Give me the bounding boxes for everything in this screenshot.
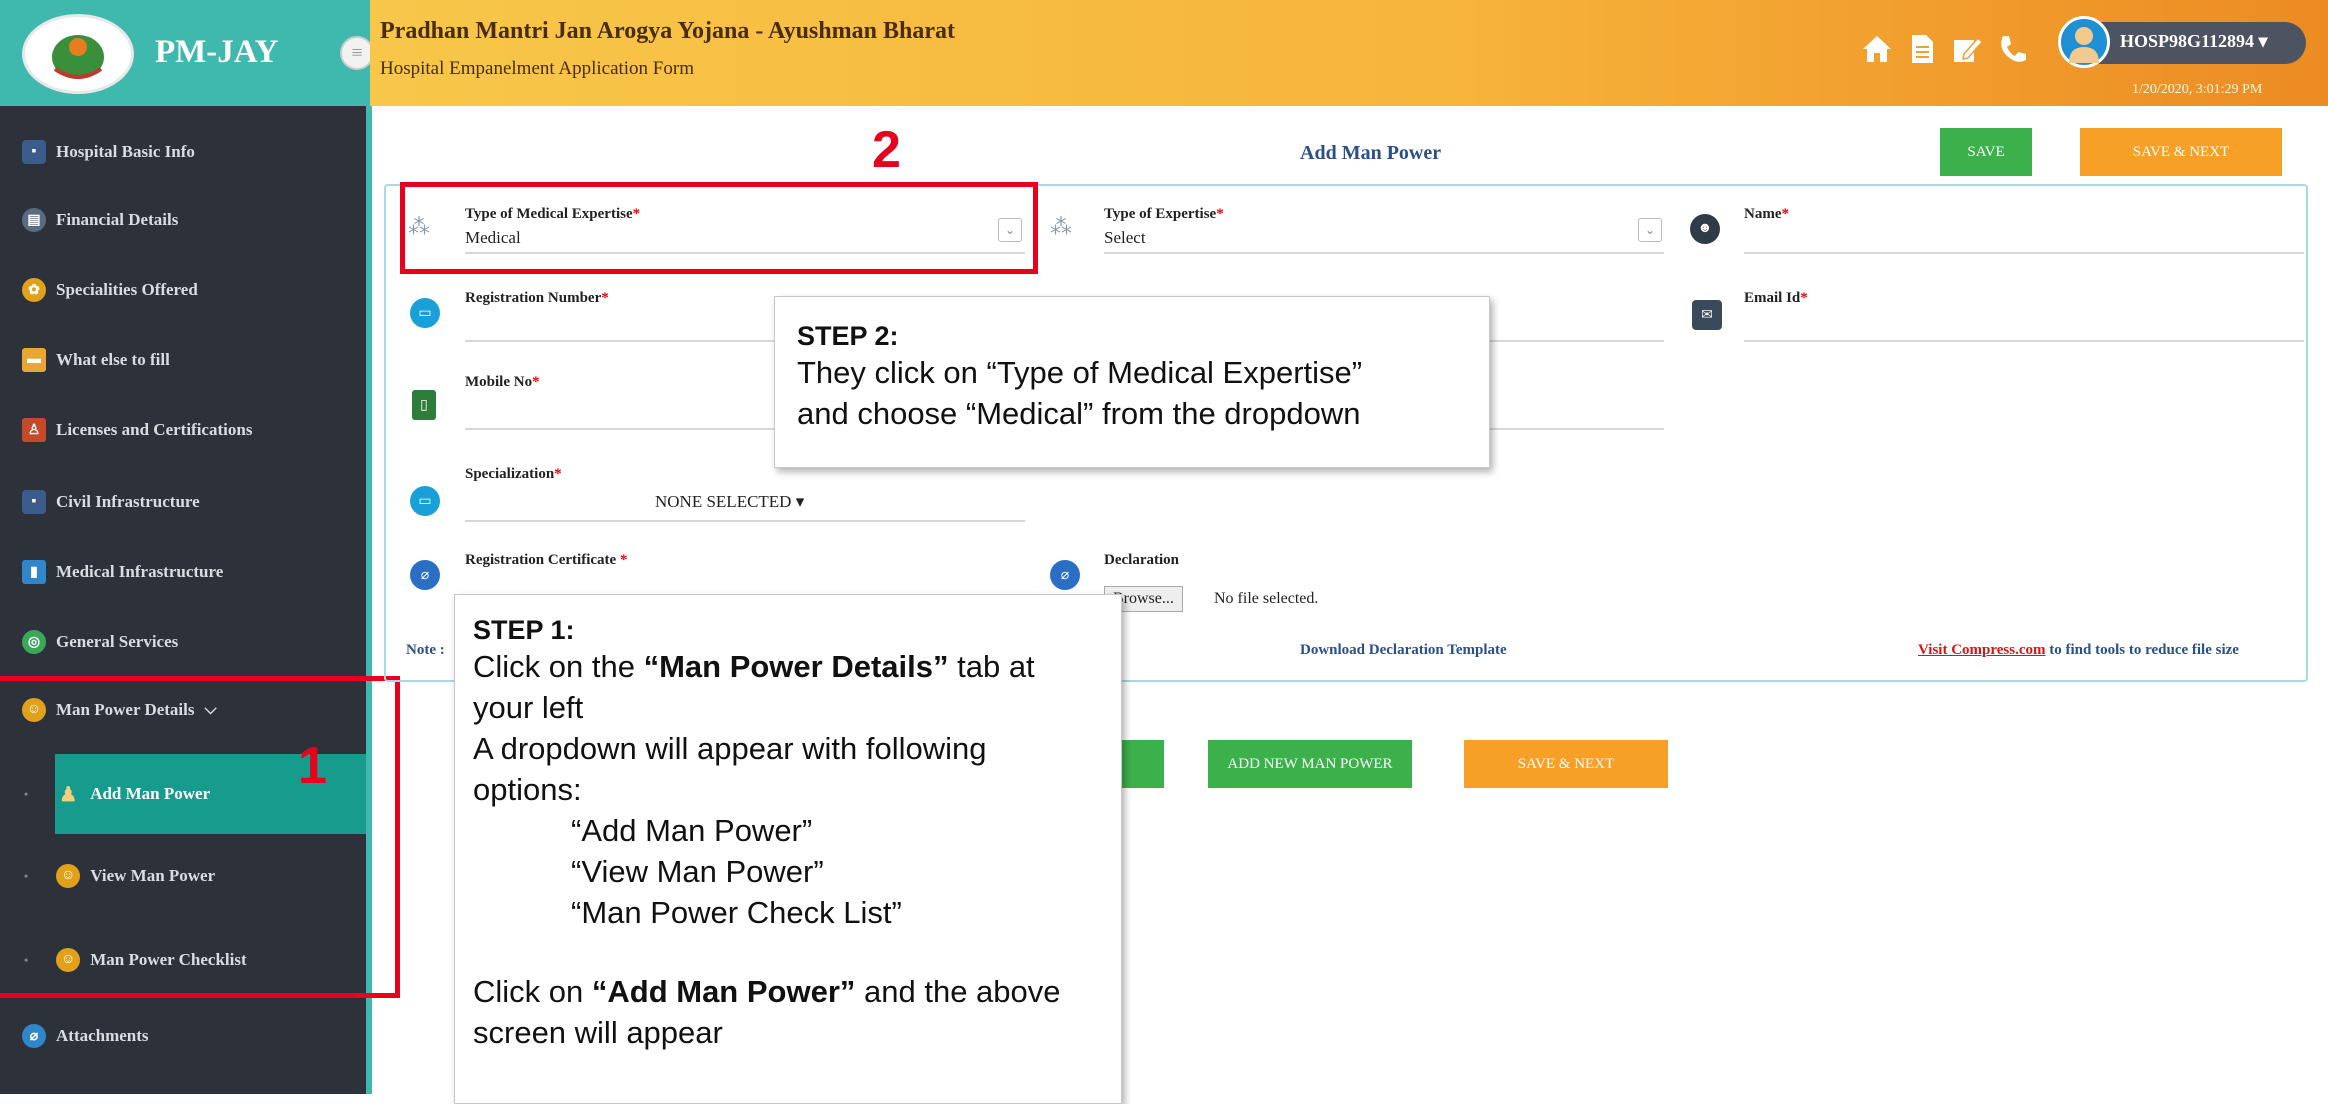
- sidebar-item-medical-infrastructure[interactable]: ▮ Medical Infrastructure: [22, 560, 223, 584]
- id-card-icon: ▭: [410, 486, 440, 516]
- expertise-select[interactable]: Select: [1104, 228, 1146, 248]
- bank-icon: ▤: [22, 208, 46, 232]
- step2-heading: STEP 2:: [797, 321, 899, 351]
- sidebar-item-civil-infrastructure[interactable]: ▪ Civil Infrastructure: [22, 490, 200, 514]
- expertise-label: Type of Expertise*: [1104, 206, 1224, 222]
- document-icon[interactable]: [1905, 32, 1939, 66]
- name-label: Name*: [1744, 206, 1789, 222]
- email-input[interactable]: [1744, 340, 2304, 342]
- building-icon: ▪: [22, 490, 46, 514]
- edit-icon[interactable]: [1950, 32, 1984, 66]
- attachment-icon: ⌀: [22, 1024, 46, 1048]
- certificate-icon: ♙: [22, 418, 46, 442]
- annotation-marker-2: 2: [872, 121, 901, 179]
- declaration-label: Declaration: [1104, 552, 1179, 568]
- step2-callout: STEP 2: They click on “Type of Medical E…: [774, 296, 1490, 468]
- save-next-button[interactable]: SAVE & NEXT: [2080, 128, 2282, 176]
- step1-option3: “Man Power Check List”: [571, 895, 902, 930]
- timestamp: 1/20/2020, 3:01:29 PM: [2132, 82, 2263, 97]
- field-underline: [465, 520, 1025, 522]
- paperclip-icon: ⌀: [1050, 560, 1080, 590]
- logo-text: PM-JAY: [155, 34, 279, 70]
- step1-line1: Click on the “Man Power Details” tab at …: [473, 649, 1035, 725]
- step1-option1: “Add Man Power”: [571, 813, 813, 848]
- step1-line2: A dropdown will appear with following op…: [473, 731, 987, 807]
- mobile-icon: ▯: [412, 390, 436, 420]
- add-new-man-power-button[interactable]: ADD NEW MAN POWER: [1208, 740, 1412, 788]
- step1-option2: “View Man Power”: [571, 854, 824, 889]
- annotation-marker-1: 1: [298, 737, 327, 795]
- chevron-down-icon: ▾: [2258, 31, 2268, 51]
- hierarchy-icon: ⁂: [1050, 214, 1072, 239]
- step1-line3: Click on “Add Man Power” and the above s…: [473, 974, 1061, 1050]
- save-next-bottom-button[interactable]: SAVE & NEXT: [1464, 740, 1668, 788]
- paperclip-icon: ⌀: [410, 560, 440, 590]
- caret-down-icon: ▾: [795, 492, 805, 511]
- pmjay-logo: [22, 14, 134, 94]
- sidebar-item-financial-details[interactable]: ▤ Financial Details: [22, 208, 178, 232]
- reg-certificate-label: Registration Certificate *: [465, 552, 628, 568]
- visit-compress-link[interactable]: Visit Compress.com: [1918, 642, 2046, 658]
- specialization-multiselect[interactable]: NONE SELECTED ▾: [655, 492, 804, 512]
- specialization-label: Specialization*: [465, 466, 562, 482]
- sidebar-item-specialities-offered[interactable]: ✿ Specialities Offered: [22, 278, 198, 302]
- app-title: Pradhan Mantri Jan Arogya Yojana - Ayush…: [380, 18, 955, 44]
- save-button[interactable]: SAVE: [1940, 128, 2032, 176]
- form-title: Add Man Power: [1300, 142, 1442, 164]
- mobile-label: Mobile No*: [465, 374, 540, 390]
- menu-toggle-icon[interactable]: ≡: [340, 36, 374, 70]
- hospital-icon: ▪: [22, 140, 46, 164]
- step2-line1: They click on “Type of Medical Expertise…: [797, 355, 1363, 390]
- registration-label: Registration Number*: [465, 290, 609, 306]
- download-template-link[interactable]: Download Declaration Template: [1300, 642, 1507, 659]
- sidebar-item-general-services[interactable]: ◎ General Services: [22, 630, 178, 654]
- name-input[interactable]: [1744, 252, 2304, 254]
- app-subtitle: Hospital Empanelment Application Form: [380, 58, 694, 79]
- user-avatar: [2058, 16, 2110, 68]
- compress-note: Visit Compress.com to find tools to redu…: [1918, 642, 2239, 658]
- sidebar-item-attachments[interactable]: ⌀ Attachments: [22, 1024, 149, 1048]
- note-label: Note :: [406, 642, 445, 658]
- annotation-box-1: [0, 676, 400, 998]
- medical-icon: ▮: [22, 560, 46, 584]
- chevron-down-icon[interactable]: ⌄: [1638, 218, 1662, 242]
- user-icon: ☻: [1690, 214, 1720, 244]
- file-status: No file selected.: [1214, 590, 1319, 607]
- services-icon: ◎: [22, 630, 46, 654]
- sidebar-item-licenses[interactable]: ♙ Licenses and Certifications: [22, 418, 252, 442]
- home-icon[interactable]: [1860, 32, 1894, 66]
- header-bar: [370, 0, 2328, 106]
- sidebar-item-what-else-to-fill[interactable]: ▬ What else to fill: [22, 348, 170, 372]
- folder-icon: ▬: [22, 348, 46, 372]
- email-icon: ✉: [1692, 300, 1722, 330]
- email-label: Email Id*: [1744, 290, 1808, 306]
- user-id[interactable]: HOSP98G112894 ▾: [2120, 31, 2268, 52]
- sidebar-item-hospital-basic-info[interactable]: ▪ Hospital Basic Info: [22, 140, 195, 164]
- phone-icon[interactable]: [1995, 32, 2029, 66]
- speciality-icon: ✿: [22, 278, 46, 302]
- annotation-box-2: [400, 182, 1038, 274]
- step2-line2: and choose “Medical” from the dropdown: [797, 396, 1361, 431]
- id-card-icon: ▭: [410, 298, 440, 328]
- step1-heading: STEP 1:: [473, 615, 575, 645]
- step1-callout: STEP 1: Click on the “Man Power Details”…: [454, 594, 1122, 1104]
- field-underline: [1104, 252, 1664, 254]
